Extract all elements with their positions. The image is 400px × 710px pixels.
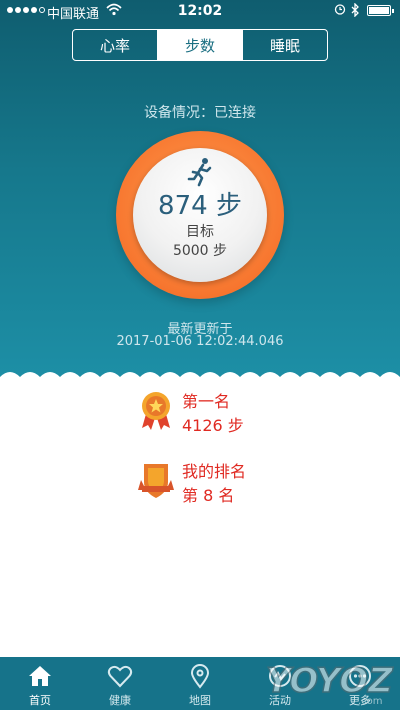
tab-home[interactable]: 首页 (0, 657, 80, 710)
tab-heart-rate[interactable]: 心率 (73, 30, 158, 60)
my-rank-value: 第 8 名 (182, 486, 235, 505)
step-count: 874 步 (158, 191, 242, 221)
first-place-entry: 第一名 4126 步 (138, 390, 244, 438)
my-rank-title: 我的排名 (182, 462, 247, 481)
tab-steps[interactable]: 步数 (158, 30, 243, 60)
tab-map-label: 地图 (189, 694, 211, 707)
tab-health-label: 健康 (109, 694, 131, 707)
runner-icon (187, 158, 212, 187)
tab-map[interactable]: 地图 (160, 657, 240, 710)
status-bar: 中国联通 12:02 (0, 0, 400, 22)
badge-icon (138, 464, 174, 498)
first-place-steps: 4126 步 (182, 416, 244, 435)
bluetooth-icon (351, 3, 359, 17)
tab-sleep[interactable]: 睡眠 (243, 30, 327, 60)
device-status: 设备情况：已连接 (144, 105, 256, 121)
last-updated-timestamp: 2017-01-06 12:02:44.046 (116, 334, 284, 349)
medal-icon (142, 392, 170, 430)
tab-home-label: 首页 (29, 694, 51, 707)
tab-health[interactable]: 健康 (80, 657, 160, 710)
map-pin-icon (190, 664, 210, 689)
svg-text:YOYOZ: YOYOZ (266, 661, 394, 701)
home-icon (29, 666, 51, 686)
metric-segmented-control: 心率 步数 睡眠 (72, 29, 328, 61)
watermark-logo: YOYOZ .com (265, 660, 395, 707)
svg-text:.com: .com (358, 696, 383, 707)
alarm-icon (334, 4, 346, 15)
goal-value: 5000 步 (172, 243, 228, 259)
my-rank-entry: 我的排名 第 8 名 (138, 460, 246, 508)
heart-icon (107, 665, 133, 688)
battery-icon (367, 5, 394, 16)
scalloped-divider (0, 372, 400, 385)
goal-label: 目标 (186, 224, 214, 240)
first-place-title: 第一名 (182, 392, 231, 411)
